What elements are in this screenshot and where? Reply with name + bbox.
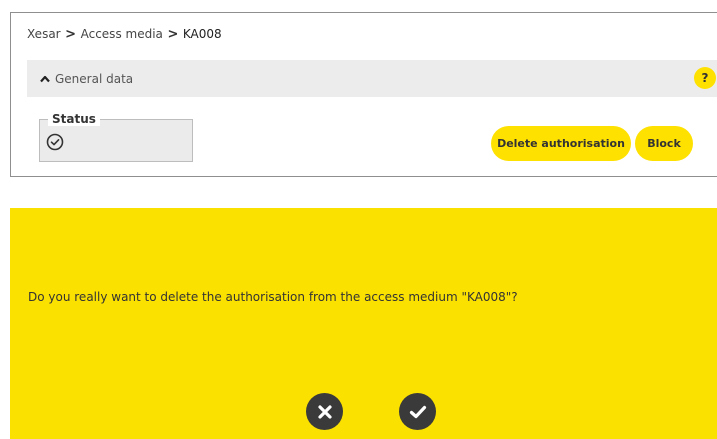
status-label: Status bbox=[48, 112, 100, 126]
x-icon bbox=[317, 404, 333, 420]
confirmation-dialog: Do you really want to delete the authori… bbox=[10, 208, 717, 439]
breadcrumb: Xesar > Access media > KA008 bbox=[27, 26, 222, 42]
access-medium-panel: Xesar > Access media > KA008 General dat… bbox=[10, 12, 717, 177]
breadcrumb-separator: > bbox=[167, 26, 179, 42]
section-title: General data bbox=[55, 71, 134, 86]
breadcrumb-item-xesar[interactable]: Xesar bbox=[27, 27, 61, 41]
status-field: Status bbox=[39, 112, 193, 162]
breadcrumb-separator: > bbox=[65, 26, 77, 42]
confirm-button[interactable] bbox=[399, 393, 436, 430]
block-button[interactable]: Block bbox=[635, 126, 693, 161]
cancel-button[interactable] bbox=[306, 393, 343, 430]
check-circle-icon bbox=[46, 133, 64, 151]
breadcrumb-current: KA008 bbox=[182, 27, 222, 41]
chevron-up-icon bbox=[39, 73, 51, 85]
breadcrumb-item-access-media[interactable]: Access media bbox=[81, 27, 163, 41]
help-icon: ? bbox=[701, 71, 709, 85]
delete-authorisation-button[interactable]: Delete authorisation bbox=[491, 126, 631, 161]
general-data-section-header[interactable]: General data ? bbox=[27, 60, 717, 97]
dialog-message: Do you really want to delete the authori… bbox=[28, 290, 518, 304]
help-button[interactable]: ? bbox=[694, 67, 716, 89]
check-icon bbox=[409, 404, 427, 420]
